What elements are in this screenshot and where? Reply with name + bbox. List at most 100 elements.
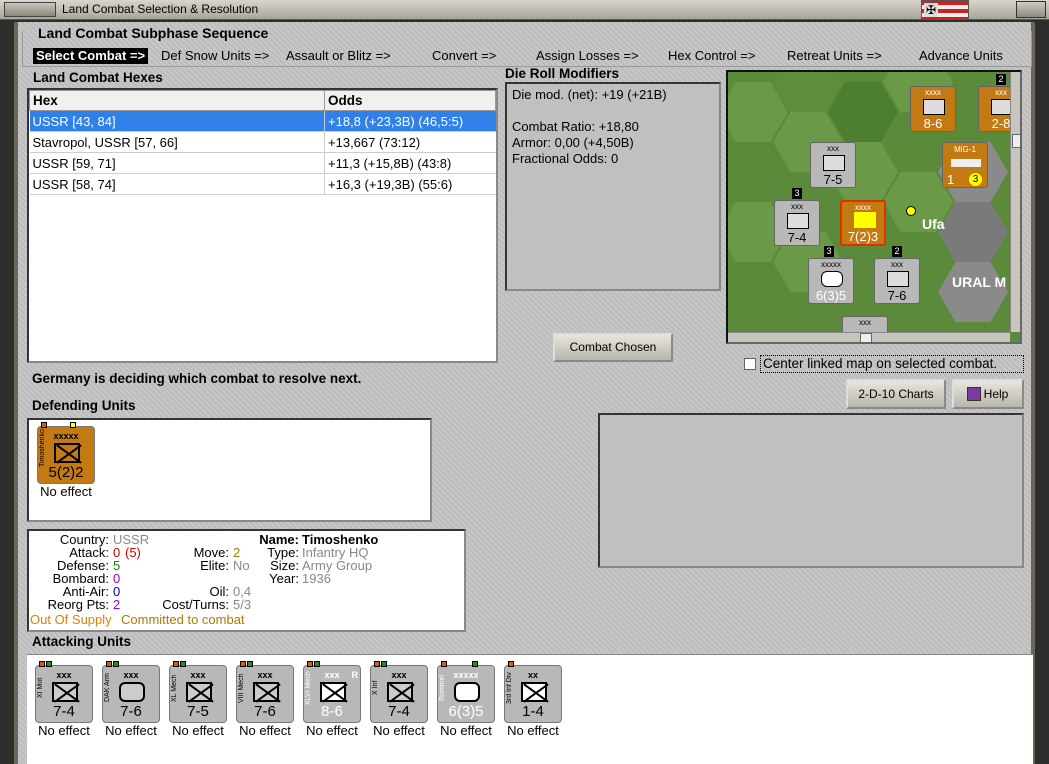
close-button[interactable] xyxy=(1016,1,1046,18)
column-header-hex[interactable]: Hex xyxy=(28,90,326,111)
step-retreat: Retreat Units => xyxy=(787,48,882,63)
attacking-unit[interactable]: xxx VIII Mech 7-6 No effect xyxy=(234,661,296,738)
map-counter[interactable]: xxxx 8-6 xyxy=(910,86,956,132)
unit-status-dot xyxy=(106,661,112,667)
attacking-unit[interactable]: xxx X Inf 7-4 No effect xyxy=(368,661,430,738)
hexes-table-panel: Hex Odds USSR [43, 84] +18,8 (+23,3B) (4… xyxy=(27,88,498,363)
attacking-unit[interactable]: xxx XL Mech 7-5 No effect xyxy=(167,661,229,738)
odds-cell: +11,3 (+15,8B) (43:8) xyxy=(324,152,496,174)
counter-value: 7-6 xyxy=(887,288,907,303)
attacking-unit[interactable]: xxx XI Mot 7-4 No effect xyxy=(33,661,95,738)
unit-counter: xx 3rd Inf Div 1-4 xyxy=(504,661,562,723)
unit-name: XLVI Mech xyxy=(305,671,312,705)
unit-name: XL Mech xyxy=(171,674,178,702)
stack-badge: 3 xyxy=(792,188,802,199)
mech-symbol-icon xyxy=(253,682,281,703)
map-hscroll-thumb[interactable] xyxy=(860,333,872,342)
map-hex xyxy=(828,82,898,142)
unit-size: xxx xyxy=(391,670,407,680)
step-def-snow: Def Snow Units => xyxy=(161,48,270,63)
unit-counter: xxxxx Rommel 6(3)5 xyxy=(437,661,495,723)
table-row[interactable]: USSR [43, 84] +18,8 (+23,3B) (46,5:5) xyxy=(29,110,496,132)
unit-counter: xxx XLVI Mech R 8-6 xyxy=(303,661,361,723)
target-counter[interactable]: xxxx 7(2)3 xyxy=(840,200,886,246)
unit-name: XI Mot xyxy=(37,677,44,699)
map-vertical-scrollbar[interactable] xyxy=(1010,72,1020,332)
attacking-unit[interactable]: xxxxx Rommel 6(3)5 No effect xyxy=(435,661,497,738)
unit-name: X Inf xyxy=(372,680,379,696)
hex-cell: USSR [58, 74] xyxy=(29,173,326,195)
map-horizontal-scrollbar[interactable] xyxy=(728,332,1010,342)
hex-cell: USSR [59, 71] xyxy=(29,152,326,174)
center-map-label[interactable]: Center linked map on selected combat. xyxy=(760,355,1024,373)
attacking-unit[interactable]: xxx DAK Arm 7-6 No effect xyxy=(100,661,162,738)
map-counter[interactable]: xxx 7-5 xyxy=(810,142,856,188)
motorized-symbol-icon xyxy=(787,213,809,229)
subphase-title: Land Combat Subphase Sequence xyxy=(38,25,269,41)
detail-committed: Committed to combat xyxy=(121,612,245,627)
mech-symbol-icon xyxy=(186,682,214,703)
unit-details-panel: Country: USSR Attack: 0 (5) Defense: 5 B… xyxy=(27,529,466,632)
drm-net: Die mod. (net): +19 (+21B) xyxy=(512,87,667,102)
city-marker-icon xyxy=(906,206,916,216)
defending-panel: xxxxx Timoshenko 5(2)2 No effect xyxy=(27,418,432,522)
mech-symbol-icon xyxy=(887,271,909,287)
map-counter[interactable]: xxx 7-4 xyxy=(774,200,820,246)
air-unit-counter[interactable]: MiG-1 1 3 xyxy=(942,142,988,188)
unit-status-dot xyxy=(113,661,119,667)
combat-chosen-button[interactable]: Combat Chosen xyxy=(553,333,673,362)
help-button[interactable]: Help xyxy=(952,379,1024,409)
map-vscroll-thumb[interactable] xyxy=(1012,134,1020,148)
detail-elite-label: Elite: xyxy=(200,558,229,573)
unit-status-dot xyxy=(307,661,313,667)
combat-result-panel xyxy=(598,413,1024,568)
attacking-unit[interactable]: xxx XLVI Mech R 8-6 No effect xyxy=(301,661,363,738)
charts-button[interactable]: 2-D-10 Charts xyxy=(846,379,946,409)
unit-name: Timoshenko xyxy=(39,429,46,467)
system-menu-button[interactable] xyxy=(4,2,56,17)
column-header-odds[interactable]: Odds xyxy=(324,90,496,111)
detail-attack-extra: (5) xyxy=(125,545,141,560)
title-bar[interactable]: Land Combat Selection & Resolution xyxy=(0,0,1049,20)
motorized-symbol-icon xyxy=(52,682,80,703)
unit-value: 7-6 xyxy=(254,703,276,720)
region-label: URAL M xyxy=(952,274,1007,290)
attacking-title: Attacking Units xyxy=(32,634,132,649)
detail-cost: 5/3 xyxy=(233,597,252,612)
stack-badge: 3 xyxy=(824,246,834,257)
unit-status-dot xyxy=(247,661,253,667)
unit-counter: xxxxx Timoshenko 5(2)2 xyxy=(37,422,95,484)
unit-status-dot xyxy=(173,661,179,667)
unit-effect: No effect xyxy=(239,723,291,738)
step-assault-blitz: Assault or Blitz => xyxy=(286,48,391,63)
infantry-symbol-icon xyxy=(387,682,415,703)
hex-cell: Stavropol, USSR [57, 66] xyxy=(29,131,326,153)
map-counter[interactable]: xxx 7-6 xyxy=(874,258,920,304)
table-row[interactable]: USSR [58, 74] +16,3 (+19,3B) (55:6) xyxy=(29,173,496,195)
unit-size: xx xyxy=(527,670,538,680)
attacking-unit[interactable]: xx 3rd Inf Div 1-4 No effect xyxy=(502,661,564,738)
table-row[interactable]: USSR [59, 71] +11,3 (+15,8B) (43:8) xyxy=(29,152,496,174)
table-row[interactable]: Stavropol, USSR [57, 66] +13,667 (73:12) xyxy=(29,131,496,153)
unit-effect: No effect xyxy=(172,723,224,738)
linked-map[interactable]: xxxx 8-6 xxx 2-8 MiG-1 1 3 xxx 7-5 xxx 7-4 xxx… xyxy=(726,70,1022,344)
drm-combat-ratio: Combat Ratio: +18,80 xyxy=(512,119,639,134)
unit-status-dot xyxy=(39,661,45,667)
defending-unit[interactable]: xxxxx Timoshenko 5(2)2 No effect xyxy=(35,422,97,499)
unit-effect: No effect xyxy=(105,723,157,738)
odds-cell: +16,3 (+19,3B) (55:6) xyxy=(324,173,496,195)
city-label: Ufa xyxy=(922,216,945,232)
unit-effect: No effect xyxy=(373,723,425,738)
center-map-checkbox[interactable] xyxy=(744,358,756,370)
detail-cost-label: Cost/Turns: xyxy=(162,597,229,612)
counter-value: 7-5 xyxy=(823,172,843,187)
status-text: Germany is deciding which combat to reso… xyxy=(32,371,362,386)
unit-flag: R xyxy=(351,670,359,680)
map-counter[interactable]: xxxxx 6(3)5 xyxy=(808,258,854,304)
unit-value: 7-4 xyxy=(53,703,75,720)
unit-counter: xxx DAK Arm 7-6 xyxy=(102,661,160,723)
unit-size: xxxxx xyxy=(53,431,79,441)
unit-value: 7-6 xyxy=(120,703,142,720)
iron-cross-icon: ✠ xyxy=(924,3,938,17)
fighter-plane-icon xyxy=(951,159,981,167)
